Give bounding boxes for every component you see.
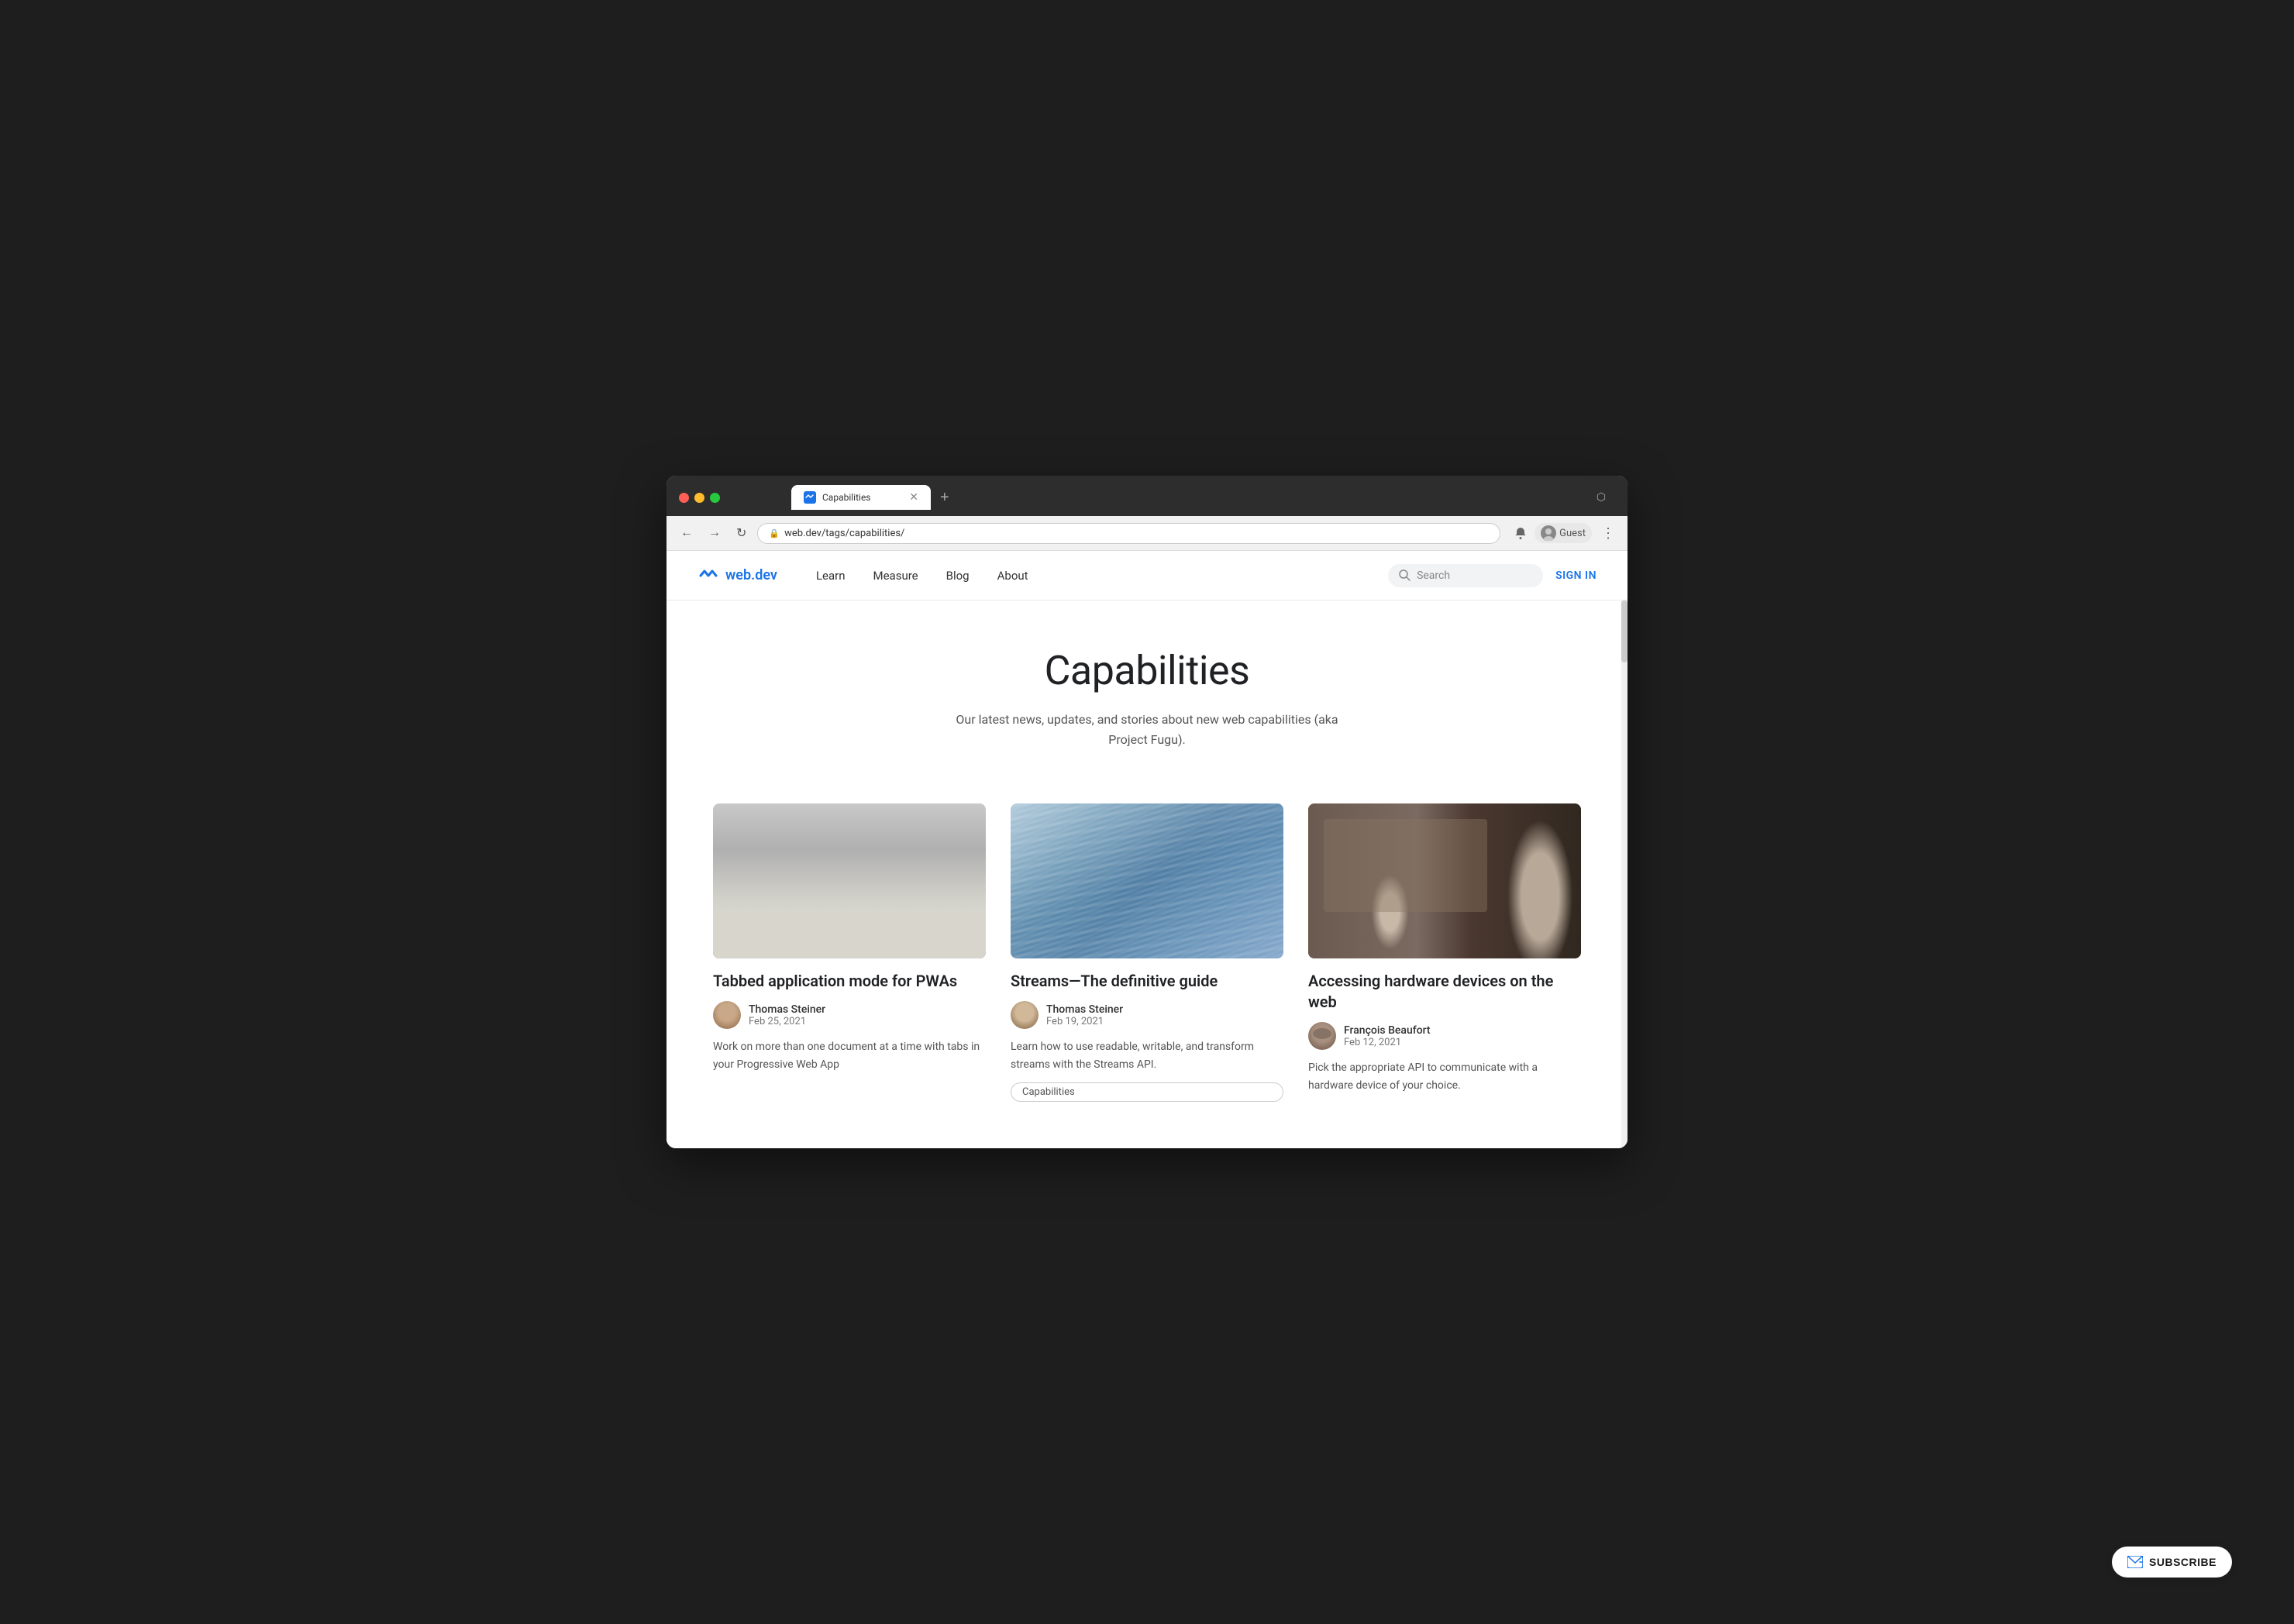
bell-icon <box>1514 526 1528 540</box>
page-title: Capabilities <box>698 647 1596 694</box>
article-tag-2[interactable]: Capabilities <box>1011 1082 1283 1102</box>
article-date-2: Feb 19, 2021 <box>1046 1016 1123 1027</box>
url-text: web.dev/tags/capabilities/ <box>784 528 904 539</box>
address-bar[interactable]: 🔒 web.dev/tags/capabilities/ <box>757 523 1500 544</box>
article-date-3: Feb 12, 2021 <box>1344 1037 1431 1048</box>
article-title-3[interactable]: Accessing hardware devices on the web <box>1308 971 1581 1013</box>
author-avatar-3 <box>1308 1022 1336 1050</box>
active-tab[interactable]: Capabilities ✕ <box>791 485 931 510</box>
nav-links: Learn Measure Blog About <box>802 553 1388 598</box>
logo-text: web.dev <box>725 567 777 583</box>
nav-right: Search SIGN IN <box>1388 564 1596 587</box>
search-icon <box>1399 569 1410 581</box>
more-menu-button[interactable]: ⋮ <box>1598 524 1618 543</box>
close-button[interactable] <box>679 493 689 503</box>
nav-link-about[interactable]: About <box>983 553 1042 598</box>
articles-grid: Tabbed application mode for PWAs Thomas … <box>666 788 1628 1148</box>
article-card-2: Streams—The definitive guide Thomas Stei… <box>1011 803 1283 1102</box>
subscribe-icon <box>2127 1556 2143 1568</box>
site-content: web.dev Learn Measure Blog About Search … <box>666 551 1628 1148</box>
article-excerpt-2: Learn how to use readable, writable, and… <box>1011 1038 1283 1073</box>
browser-actions: Guest ⋮ <box>1513 523 1618 543</box>
article-title-1[interactable]: Tabbed application mode for PWAs <box>713 971 986 992</box>
extension-icon[interactable]: ⬡ <box>1593 490 1609 505</box>
notification-icon[interactable] <box>1513 525 1528 541</box>
subscribe-label: SUBSCRIBE <box>2149 1556 2216 1568</box>
address-bar-row: ← → ↻ 🔒 web.dev/tags/capabilities/ <box>666 516 1628 551</box>
article-author-row-1: Thomas Steiner Feb 25, 2021 <box>713 1001 986 1029</box>
author-info-3: François Beaufort Feb 12, 2021 <box>1344 1024 1431 1048</box>
subscribe-button[interactable]: SUBSCRIBE <box>2112 1547 2232 1578</box>
author-name-1: Thomas Steiner <box>749 1003 825 1016</box>
author-info-2: Thomas Steiner Feb 19, 2021 <box>1046 1003 1123 1027</box>
tab-favicon-icon <box>804 491 816 504</box>
reload-button[interactable]: ↻ <box>732 522 751 544</box>
new-tab-button[interactable]: + <box>934 486 956 510</box>
tab-title: Capabilities <box>822 492 903 503</box>
article-card-3: Accessing hardware devices on the web Fr… <box>1308 803 1581 1102</box>
author-avatar-2 <box>1011 1001 1038 1029</box>
article-excerpt-3: Pick the appropriate API to communicate … <box>1308 1059 1581 1094</box>
back-button[interactable]: ← <box>676 523 698 543</box>
minimize-button[interactable] <box>694 493 704 503</box>
scrollbar-thumb[interactable] <box>1621 600 1628 662</box>
nav-link-measure[interactable]: Measure <box>859 553 932 598</box>
article-author-row-2: Thomas Steiner Feb 19, 2021 <box>1011 1001 1283 1029</box>
hero-description: Our latest news, updates, and stories ab… <box>946 710 1348 749</box>
logo-icon <box>698 565 719 587</box>
lock-icon: 🔒 <box>769 528 780 538</box>
nav-link-learn[interactable]: Learn <box>802 553 859 598</box>
user-menu[interactable]: Guest <box>1534 523 1592 543</box>
sign-in-button[interactable]: SIGN IN <box>1555 569 1596 582</box>
search-placeholder: Search <box>1417 569 1450 582</box>
traffic-lights <box>679 493 720 503</box>
author-name-3: François Beaufort <box>1344 1024 1431 1037</box>
tab-bar: Capabilities ✕ + <box>729 485 956 510</box>
site-logo[interactable]: web.dev <box>698 565 777 587</box>
nav-link-blog[interactable]: Blog <box>932 553 983 598</box>
article-image-3 <box>1308 803 1581 958</box>
forward-button[interactable]: → <box>704 523 725 543</box>
tab-close-button[interactable]: ✕ <box>909 492 918 503</box>
author-info-1: Thomas Steiner Feb 25, 2021 <box>749 1003 825 1027</box>
site-nav: web.dev Learn Measure Blog About Search … <box>666 551 1628 600</box>
article-date-1: Feb 25, 2021 <box>749 1016 825 1027</box>
article-title-2[interactable]: Streams—The definitive guide <box>1011 971 1283 992</box>
article-image-1 <box>713 803 986 958</box>
maximize-button[interactable] <box>710 493 720 503</box>
article-excerpt-1: Work on more than one document at a time… <box>713 1038 986 1073</box>
hero-section: Capabilities Our latest news, updates, a… <box>666 600 1628 788</box>
author-avatar-1 <box>713 1001 741 1029</box>
search-box[interactable]: Search <box>1388 564 1543 587</box>
user-label: Guest <box>1559 528 1586 539</box>
article-image-2 <box>1011 803 1283 958</box>
author-name-2: Thomas Steiner <box>1046 1003 1123 1016</box>
article-card-1: Tabbed application mode for PWAs Thomas … <box>713 803 986 1102</box>
user-avatar-icon <box>1541 525 1556 541</box>
article-author-row-3: François Beaufort Feb 12, 2021 <box>1308 1022 1581 1050</box>
